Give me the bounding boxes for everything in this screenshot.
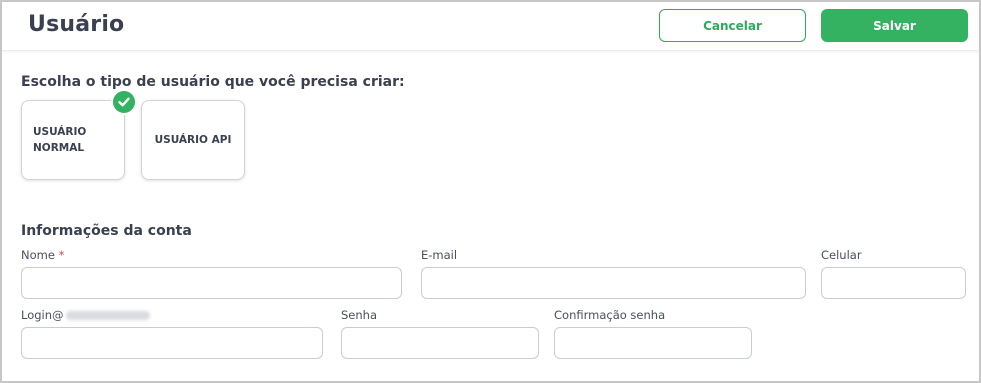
email-label: E-mail [421, 248, 458, 262]
user-type-prompt: Escolha o tipo de usuário que você preci… [21, 74, 405, 90]
celular-label: Celular [821, 248, 862, 262]
login-label-text: Login@ [21, 308, 64, 322]
login-label: Login@ [21, 308, 150, 322]
save-button[interactable]: Salvar [821, 9, 968, 42]
celular-input[interactable] [821, 267, 966, 299]
nome-label: Nome * [21, 248, 64, 262]
login-input[interactable] [21, 327, 323, 359]
user-type-api-card[interactable]: USUÁRIO API [141, 100, 245, 180]
page-title: Usuário [28, 12, 125, 37]
cancel-button[interactable]: Cancelar [659, 9, 806, 42]
account-section-heading: Informações da conta [21, 223, 192, 239]
redacted-domain [65, 311, 150, 320]
user-type-normal-label: USUÁRIO NORMAL [33, 124, 86, 156]
email-input[interactable] [421, 267, 806, 299]
senha-label: Senha [341, 308, 377, 322]
user-type-normal-line1: USUÁRIO [33, 126, 87, 138]
user-type-api-label: USUÁRIO API [154, 134, 232, 146]
confirmacao-senha-input[interactable] [554, 327, 752, 359]
check-circle-icon [111, 89, 137, 115]
user-type-normal-card[interactable]: USUÁRIO NORMAL [21, 100, 125, 180]
nome-label-text: Nome [21, 248, 55, 262]
user-form-window: Usuário Cancelar Salvar Escolha o tipo d… [0, 0, 981, 383]
confirmacao-label: Confirmação senha [554, 308, 666, 322]
user-type-normal-line2: NORMAL [33, 142, 85, 154]
senha-input[interactable] [341, 327, 539, 359]
nome-input[interactable] [21, 267, 402, 299]
page-header: Usuário Cancelar Salvar [2, 2, 979, 51]
required-mark: * [58, 248, 65, 262]
